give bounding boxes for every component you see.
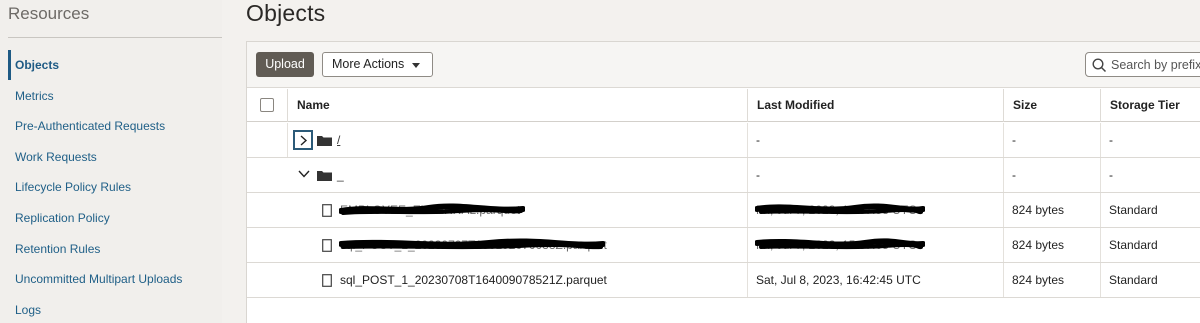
object-name[interactable]: sql_POST_1_20230708T164009078521Z.parque… (340, 263, 607, 297)
page-title: Objects (246, 0, 326, 26)
column-divider (1100, 123, 1101, 157)
table-header: Name Last Modified Size Storage Tier (247, 89, 1200, 122)
column-divider (1100, 158, 1101, 192)
redaction-scribble (339, 203, 525, 215)
storage-tier-cell: - (1109, 168, 1113, 182)
size-cell: - (1012, 133, 1016, 147)
table-row[interactable]: / - - - (247, 123, 1200, 158)
folder-name[interactable]: _ (337, 158, 344, 192)
objects-panel: Upload More Actions Search by prefix Nam… (246, 41, 1200, 323)
column-divider (1003, 263, 1004, 297)
sidebar-nav: Objects Metrics Pre-Authenticated Reques… (8, 50, 222, 323)
more-actions-button[interactable]: More Actions (322, 52, 433, 77)
column-divider (747, 123, 748, 157)
file-icon (322, 239, 332, 252)
column-divider (1003, 158, 1004, 192)
table-row[interactable]: _ - - - (247, 158, 1200, 193)
file-icon (322, 204, 332, 217)
redaction-scribble (339, 238, 605, 250)
search-placeholder: Search by prefix (1111, 58, 1200, 72)
column-divider (747, 193, 748, 227)
search-icon (1092, 58, 1107, 73)
sidebar-item-logs[interactable]: Logs (8, 295, 222, 323)
table-row[interactable]: sql_POST_1_20230708T164009078521Z.parque… (247, 263, 1200, 298)
redaction-scribble (755, 203, 925, 215)
header-name[interactable]: Name (287, 89, 747, 122)
column-divider (1003, 123, 1004, 157)
column-divider (1100, 193, 1101, 227)
resources-sidebar: Resources Objects Metrics Pre-Authentica… (0, 0, 222, 323)
header-size[interactable]: Size (1003, 89, 1100, 122)
column-divider (287, 123, 288, 157)
chevron-down-icon (298, 170, 310, 178)
column-divider (747, 263, 748, 297)
sidebar-item-metrics[interactable]: Metrics (8, 81, 222, 112)
objects-toolbar: Upload More Actions Search by prefix (247, 42, 1200, 88)
folder-icon (317, 136, 332, 146)
redaction-scribble (755, 238, 925, 250)
sidebar-title: Resources (8, 4, 90, 23)
file-icon (322, 274, 332, 287)
search-input[interactable]: Search by prefix (1085, 52, 1200, 77)
table-row[interactable]: sql_POST_1_20230707T150192070033Z.parque… (247, 228, 1200, 263)
storage-tier-cell: - (1109, 133, 1113, 147)
size-cell: - (1012, 168, 1016, 182)
sidebar-item-lifecycle-policy-rules[interactable]: Lifecycle Policy Rules (8, 172, 222, 203)
column-divider (747, 158, 748, 192)
column-divider (1003, 193, 1004, 227)
column-divider (747, 228, 748, 262)
last-modified-cell: Sat, Jul 8, 2023, 16:42:45 UTC (756, 273, 921, 287)
sidebar-item-replication-policy[interactable]: Replication Policy (8, 203, 222, 234)
table-row[interactable]: EMPLOYEE_EXTERNAL.parquet Fri, Jul 7, 20… (247, 193, 1200, 228)
expand-button[interactable] (293, 130, 313, 150)
last-modified-cell: - (756, 133, 760, 147)
storage-tier-cell: Standard (1109, 203, 1158, 217)
size-cell: 824 bytes (1012, 273, 1065, 287)
column-divider (1100, 263, 1101, 297)
folder-icon (317, 171, 332, 181)
folder-name-link[interactable]: / (337, 123, 340, 157)
size-cell: 824 bytes (1012, 238, 1065, 252)
column-divider (1003, 228, 1004, 262)
select-all-checkbox[interactable] (260, 98, 274, 112)
caret-down-icon (412, 63, 420, 68)
sidebar-item-work-requests[interactable]: Work Requests (8, 142, 222, 173)
sidebar-divider (8, 37, 222, 38)
sidebar-item-pre-authenticated-requests[interactable]: Pre-Authenticated Requests (8, 111, 222, 142)
last-modified-cell: - (756, 168, 760, 182)
storage-tier-cell: Standard (1109, 273, 1158, 287)
more-actions-label: More Actions (332, 57, 405, 71)
upload-button[interactable]: Upload (256, 52, 314, 77)
collapse-button[interactable] (295, 166, 311, 182)
size-cell: 824 bytes (1012, 203, 1065, 217)
header-last-modified[interactable]: Last Modified (747, 89, 1003, 122)
sidebar-item-objects[interactable]: Objects (8, 50, 222, 81)
sidebar-item-retention-rules[interactable]: Retention Rules (8, 234, 222, 265)
storage-tier-cell: Standard (1109, 238, 1158, 252)
column-divider (1100, 228, 1101, 262)
chevron-right-icon (300, 135, 308, 146)
header-storage-tier[interactable]: Storage Tier (1100, 89, 1200, 122)
sidebar-item-uncommitted-multipart-uploads[interactable]: Uncommitted Multipart Uploads (8, 264, 222, 295)
